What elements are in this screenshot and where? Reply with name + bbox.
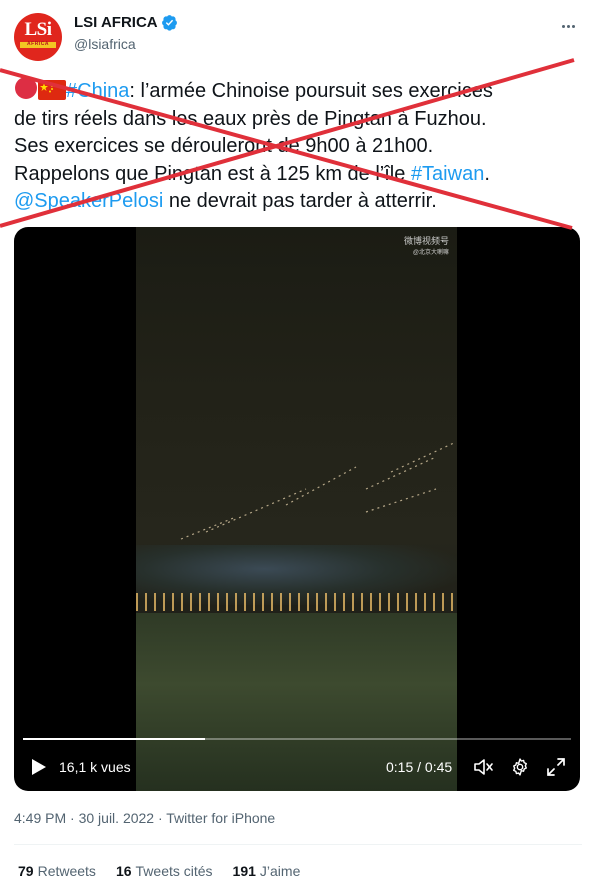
play-icon[interactable] [30,758,48,776]
china-flag-icon [38,80,66,100]
retweets-count: 79 [18,863,34,879]
name-row: LSI AFRICA [74,14,178,31]
quotes-stat[interactable]: 16 Tweets cités [116,863,213,879]
likes-count: 191 [232,863,256,879]
tweet-text: #China: l’armée Chinoise poursuit ses ex… [14,76,584,216]
video-view-count: 16,1 k vues [59,759,131,775]
display-name[interactable]: LSI AFRICA [74,14,158,31]
hashtag-china-link[interactable]: #China [66,80,129,102]
settings-gear-icon[interactable] [510,757,530,777]
retweets-label: Retweets [37,863,96,879]
more-options-icon[interactable] [556,14,580,38]
volume-muted-icon[interactable] [473,757,495,777]
tweet-line2: de tirs réels dans les eaux près de Ping… [14,107,487,130]
video-progress-bar[interactable] [23,738,571,740]
fullscreen-icon[interactable] [546,757,566,777]
account-handle[interactable]: @lsiafrica [74,36,136,52]
video-watermark: 微博视频号 @北京大喇嘛 [404,235,449,259]
retweets-stat[interactable]: 79 Retweets [18,863,96,879]
video-shore-lights [136,593,457,611]
tweet-line1: : l’armée Chinoise poursuit ses exercice… [129,80,493,102]
likes-label: J’aime [259,863,301,879]
red-circle-emoji-icon [15,77,37,99]
video-frame: 微博视频号 @北京大喇嘛 [136,227,457,791]
video-controls: 16,1 k vues 0:15 / 0:45 [14,755,580,779]
avatar[interactable]: LSi AFRICA [14,13,62,61]
video-progress-fill [23,738,206,740]
tweet-timestamp[interactable]: 4:49 PM · 30 juil. 2022 · Twitter for iP… [14,810,275,826]
avatar-logo-text: LSi [24,19,52,40]
video-player[interactable]: 微博视频号 @北京大喇嘛 16,1 k vues 0:15 / 0:45 [14,227,580,791]
watermark-subtext: @北京大喇嘛 [412,250,449,256]
verified-badge-icon [161,15,177,31]
tweet-stats: 79 Retweets 16 Tweets cités 191 J’aime [18,863,300,879]
mention-speakerpelosi-link[interactable]: @SpeakerPelosi [14,190,163,212]
avatar-logo-subtext: AFRICA [27,41,49,47]
tweet-line5: ne devrait pas tarder à atterrir. [163,190,437,212]
hashtag-taiwan-link[interactable]: #Taiwan [411,163,484,185]
tweet-line4-pre: Rappelons que Pingtan est à 125 km de l’… [14,162,411,185]
likes-stat[interactable]: 191 J’aime [233,863,301,879]
tweet-line4-post: . [484,162,490,185]
quotes-count: 16 [115,863,132,879]
tweet-header: LSi AFRICA LSI AFRICA @lsiafrica [14,12,582,62]
video-time: 0:15 / 0:45 [386,759,453,775]
tweet-line3: Ses exercices se dérouleront de 9h00 à 2… [14,135,434,157]
divider [14,844,582,845]
watermark-text: 微博视频号 [403,236,449,246]
quotes-label: Tweets cités [135,863,213,879]
